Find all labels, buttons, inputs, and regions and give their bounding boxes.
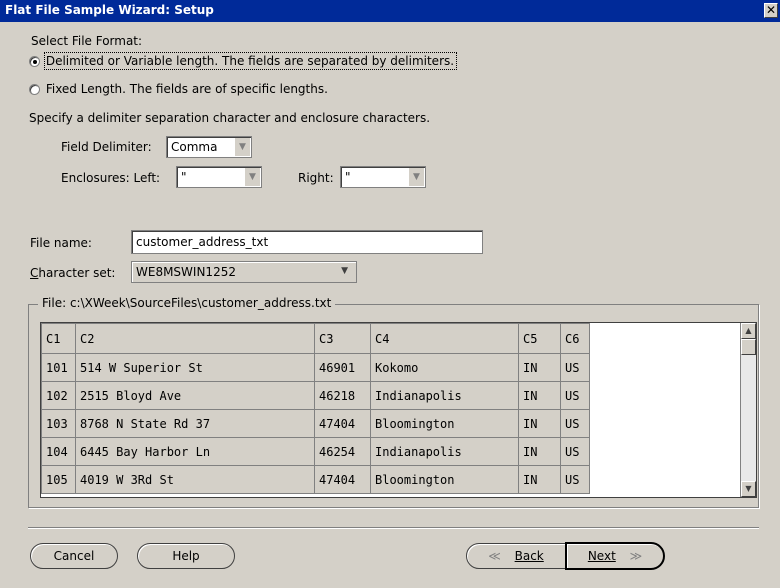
radio-fixed[interactable]: Fixed Length. The fields are of specific…: [29, 82, 328, 96]
field-delimiter-value: Comma: [171, 140, 218, 154]
table-cell: Indianapolis: [370, 437, 519, 466]
table-cell: 8768 N State Rd 37: [75, 409, 315, 438]
radio-fixed-label: Fixed Length. The fields are of specific…: [45, 82, 328, 96]
next-button[interactable]: Next ≫: [565, 542, 665, 570]
column-header[interactable]: C4: [370, 323, 519, 354]
row-filler: [589, 465, 741, 494]
table-cell: 105: [41, 465, 76, 494]
table-cell: 46218: [314, 381, 371, 410]
right-label: Right:: [298, 171, 334, 185]
table-cell: Bloomington: [370, 409, 519, 438]
radio-delimited-label: Delimited or Variable length. The fields…: [43, 52, 458, 70]
file-path-label: File: c:\XWeek\SourceFiles\customer_addr…: [38, 296, 336, 310]
enclosures-right-value: ": [345, 170, 351, 184]
enclosures-left-label: Enclosures: Left:: [61, 171, 161, 185]
table-row[interactable]: 103 8768 N State Rd 37 47404 Bloomington…: [41, 409, 741, 438]
table-cell: US: [560, 437, 590, 466]
table-row[interactable]: 105 4019 W 3Rd St 47404 Bloomington IN U…: [41, 465, 741, 494]
table-cell: US: [560, 409, 590, 438]
row-filler: [589, 437, 741, 466]
table-cell: 46901: [314, 353, 371, 382]
next-button-label: Next: [587, 549, 616, 563]
character-set-label: Character set:: [30, 266, 116, 280]
table-row[interactable]: 101 514 W Superior St 46901 Kokomo IN US: [41, 353, 741, 382]
radio-unchecked-icon: [29, 84, 40, 95]
radio-checked-icon: [29, 56, 40, 67]
row-filler: [589, 381, 741, 410]
enclosures-left-select[interactable]: " ▼: [176, 166, 262, 188]
select-format-heading: Select File Format:: [31, 34, 143, 48]
file-name-label: File name:: [30, 236, 92, 250]
close-icon[interactable]: ✕: [764, 3, 778, 18]
footer-separator: [28, 527, 759, 529]
column-header[interactable]: C6: [560, 323, 590, 354]
column-header[interactable]: C3: [314, 323, 371, 354]
character-set-value: WE8MSWIN1252: [136, 265, 236, 279]
table-cell: IN: [518, 381, 561, 410]
table-row[interactable]: 102 2515 Bloyd Ave 46218 Indianapolis IN…: [41, 381, 741, 410]
table-cell: 2515 Bloyd Ave: [75, 381, 315, 410]
table-cell: 47404: [314, 409, 371, 438]
enclosures-left-value: ": [181, 170, 187, 184]
scroll-up-icon[interactable]: ▲: [741, 323, 756, 339]
column-header[interactable]: C5: [518, 323, 561, 354]
back-button-label: Back: [514, 549, 544, 563]
table-cell: 46254: [314, 437, 371, 466]
table-cell: IN: [518, 409, 561, 438]
table-row[interactable]: 104 6445 Bay Harbor Ln 46254 Indianapoli…: [41, 437, 741, 466]
scroll-thumb[interactable]: [741, 339, 756, 355]
scroll-down-icon[interactable]: ▼: [741, 481, 756, 497]
table-cell: US: [560, 465, 590, 494]
preview-table: C1 C2 C3 C4 C5 C6 101 514 W Superior St …: [41, 323, 741, 494]
table-cell: 103: [41, 409, 76, 438]
field-delimiter-label: Field Delimiter:: [61, 140, 152, 154]
chevron-down-icon[interactable]: ▼: [408, 168, 424, 186]
table-cell: US: [560, 353, 590, 382]
file-name-input[interactable]: customer_address_txt: [131, 230, 483, 254]
table-cell: IN: [518, 353, 561, 382]
column-header[interactable]: C2: [75, 323, 315, 354]
chevron-down-icon[interactable]: ▼: [341, 266, 348, 276]
window-title: Flat File Sample Wizard: Setup: [5, 3, 214, 17]
table-cell: 104: [41, 437, 76, 466]
table-cell: Kokomo: [370, 353, 519, 382]
row-filler: [589, 409, 741, 438]
radio-delimited[interactable]: Delimited or Variable length. The fields…: [29, 52, 458, 70]
table-cell: 102: [41, 381, 76, 410]
table-cell: IN: [518, 437, 561, 466]
title-bar: Flat File Sample Wizard: Setup ✕: [0, 0, 780, 22]
file-preview-grid[interactable]: C1 C2 C3 C4 C5 C6 101 514 W Superior St …: [40, 322, 757, 498]
header-filler: [589, 323, 741, 354]
back-button[interactable]: ≪ Back: [466, 543, 566, 569]
chevron-down-icon[interactable]: ▼: [234, 138, 250, 156]
delimiter-instructions: Specify a delimiter separation character…: [29, 111, 431, 125]
table-cell: 101: [41, 353, 76, 382]
table-cell: Bloomington: [370, 465, 519, 494]
table-cell: 514 W Superior St: [75, 353, 315, 382]
vertical-scrollbar[interactable]: ▲ ▼: [740, 323, 756, 497]
cancel-button[interactable]: Cancel: [30, 543, 118, 569]
table-cell: 47404: [314, 465, 371, 494]
enclosures-right-select[interactable]: " ▼: [340, 166, 426, 188]
column-header[interactable]: C1: [41, 323, 76, 354]
table-cell: 4019 W 3Rd St: [75, 465, 315, 494]
chevron-down-icon[interactable]: ▼: [244, 168, 260, 186]
chevron-left-icon: ≪: [488, 549, 501, 563]
chevron-right-icon: ≫: [629, 549, 643, 563]
character-set-select[interactable]: WE8MSWIN1252 ▼: [131, 261, 357, 283]
table-cell: 6445 Bay Harbor Ln: [75, 437, 315, 466]
table-cell: US: [560, 381, 590, 410]
field-delimiter-select[interactable]: Comma ▼: [166, 136, 252, 158]
file-name-value: customer_address_txt: [136, 235, 269, 249]
help-button[interactable]: Help: [137, 543, 235, 569]
table-header-row: C1 C2 C3 C4 C5 C6: [41, 323, 741, 354]
table-cell: IN: [518, 465, 561, 494]
table-cell: Indianapolis: [370, 381, 519, 410]
row-filler: [589, 353, 741, 382]
